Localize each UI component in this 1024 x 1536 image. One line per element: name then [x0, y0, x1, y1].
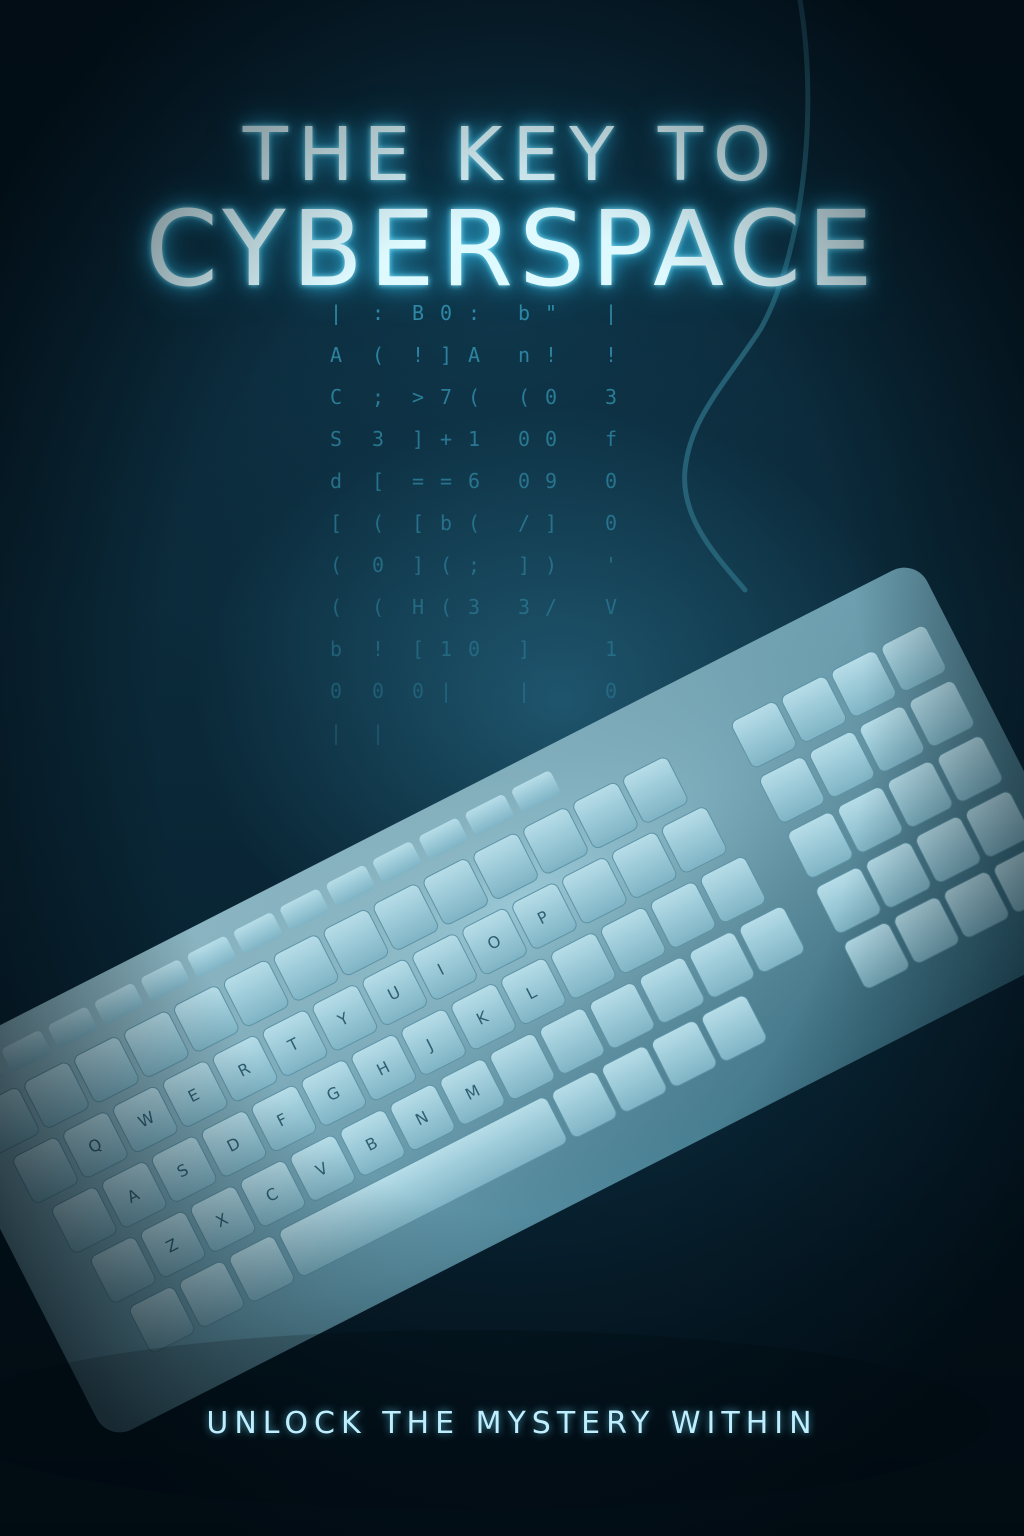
tagline: UNLOCK THE MYSTERY WITHIN	[206, 1406, 818, 1441]
poster: | A C Sd[((b 0 |:(; 3[(0(! 0 | B! >] =[] H[0 0] 7 + = b((…	[0, 0, 1024, 1536]
keyboard-icon: QWERTYUIOPASDFGHJKLZXCVBNM	[0, 567, 1024, 1510]
